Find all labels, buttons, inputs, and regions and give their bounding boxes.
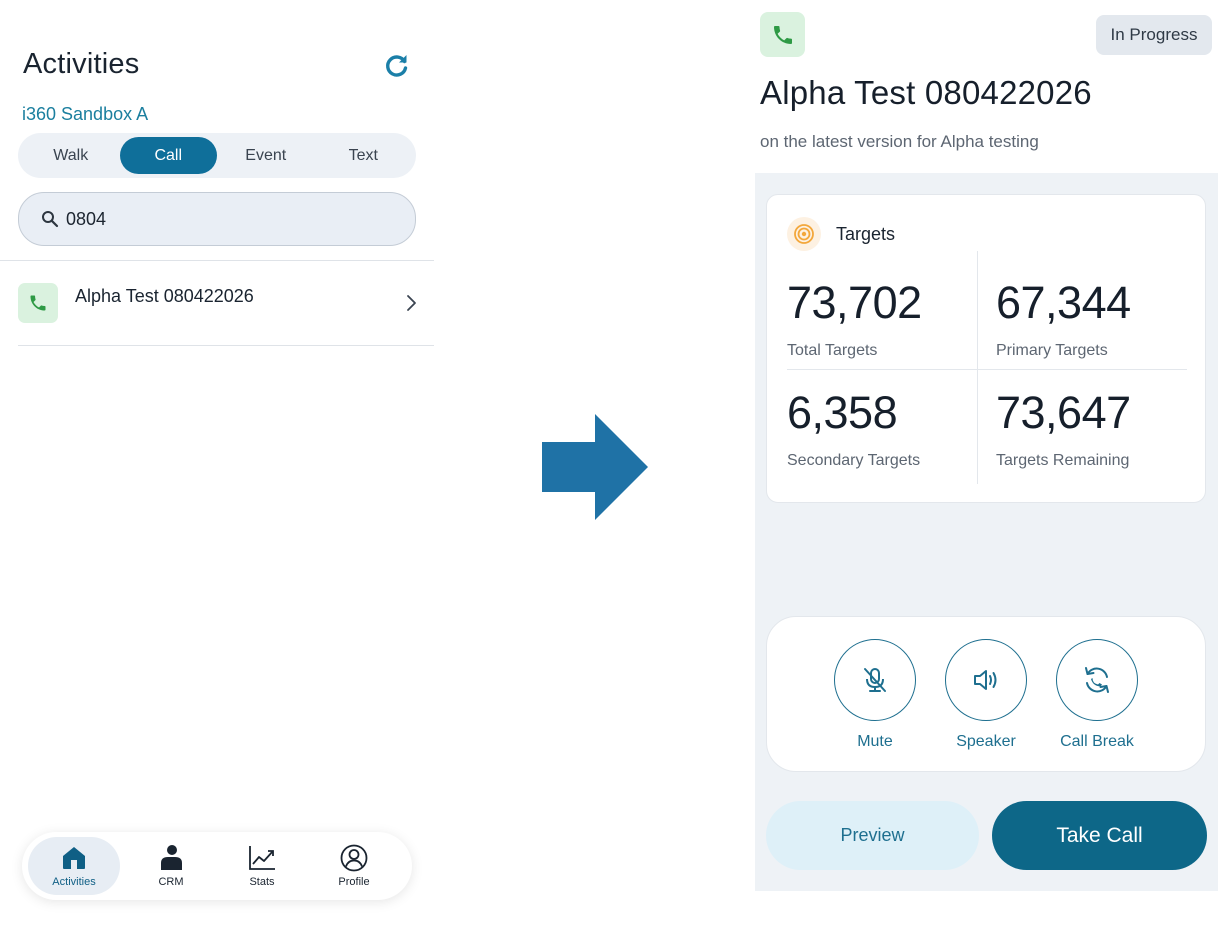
stat-total-targets: 73,702 Total Targets: [787, 280, 922, 360]
status-badge: In Progress: [1096, 15, 1212, 55]
stat-label: Total Targets: [787, 342, 878, 359]
activity-type-segmented-control: Walk Call Event Text: [18, 133, 416, 178]
speaker-label: Speaker: [956, 733, 1016, 750]
segment-call[interactable]: Call: [119, 137, 217, 174]
nav-profile[interactable]: Profile: [308, 837, 400, 895]
targets-card: Targets 73,702 Total Targets 67,344 Prim…: [766, 194, 1206, 503]
list-item[interactable]: Alpha Test 080422026: [18, 279, 422, 325]
call-header: In Progress Alpha Test 080422026 on the …: [755, 0, 1218, 173]
call-break-button[interactable]: Call Break: [1056, 639, 1138, 751]
call-break-icon: [1085, 667, 1109, 693]
target-icon: [787, 217, 821, 251]
preview-button[interactable]: Preview: [766, 801, 979, 870]
nav-label: Profile: [338, 876, 370, 888]
phone-icon: [18, 283, 58, 323]
divider: [18, 345, 434, 346]
chevron-right-icon: [407, 295, 416, 311]
phone-icon: [760, 12, 805, 57]
stat-label: Targets Remaining: [996, 452, 1130, 469]
segment-text[interactable]: Text: [315, 137, 413, 174]
take-call-button[interactable]: Take Call: [992, 801, 1207, 870]
call-controls: Mute Speaker Call Break: [766, 616, 1206, 772]
speaker-circle[interactable]: [945, 639, 1027, 721]
nav-crm[interactable]: CRM: [125, 837, 217, 895]
divider: [787, 369, 1187, 370]
search-value: 0804: [66, 208, 107, 229]
stat-secondary-targets: 6,358 Secondary Targets: [787, 390, 920, 470]
stat-label: Primary Targets: [996, 342, 1108, 359]
call-body: Targets 73,702 Total Targets 67,344 Prim…: [755, 173, 1218, 891]
stat-value: 6,358: [787, 387, 898, 438]
mute-button[interactable]: Mute: [834, 639, 916, 751]
targets-label: Targets: [836, 223, 896, 244]
segment-event[interactable]: Event: [217, 137, 315, 174]
call-subtitle: on the latest version for Alpha testing: [760, 132, 1039, 151]
call-break-circle[interactable]: [1056, 639, 1138, 721]
mute-circle[interactable]: [834, 639, 916, 721]
stat-label: Secondary Targets: [787, 452, 921, 469]
mute-label: Mute: [857, 733, 893, 750]
nav-label: Stats: [249, 876, 275, 888]
arrow-right-icon: [542, 414, 648, 520]
stat-primary-targets: 67,344 Primary Targets: [996, 280, 1131, 360]
search-input[interactable]: 0804: [18, 192, 416, 246]
nav-stats[interactable]: Stats: [216, 837, 308, 895]
call-detail-screen: In Progress Alpha Test 080422026 on the …: [755, 0, 1218, 891]
mic-off-icon: [864, 668, 886, 692]
call-title: Alpha Test 080422026: [760, 74, 1092, 111]
segment-walk[interactable]: Walk: [22, 137, 120, 174]
call-break-label: Call Break: [1060, 733, 1134, 750]
targets-header: Targets: [787, 217, 895, 251]
divider: [0, 260, 434, 261]
nav-label: Activities: [52, 876, 96, 888]
profile-icon: [340, 844, 368, 872]
activities-screen: Activities i360 Sandbox A Walk Call Even…: [0, 0, 434, 906]
nav-activities[interactable]: Activities: [28, 837, 120, 895]
home-icon: [63, 847, 85, 869]
bottom-nav: Activities CRM Stats Profile: [22, 832, 412, 900]
divider: [977, 251, 978, 484]
stat-value: 73,647: [996, 387, 1131, 438]
refresh-icon[interactable]: [383, 51, 411, 79]
org-name[interactable]: i360 Sandbox A: [22, 104, 148, 125]
person-icon: [161, 845, 182, 870]
nav-label: CRM: [158, 876, 184, 888]
speaker-button[interactable]: Speaker: [945, 639, 1027, 751]
list-item-title: Alpha Test 080422026: [75, 286, 254, 306]
stat-value: 67,344: [996, 277, 1131, 328]
stats-icon: [249, 846, 275, 870]
stat-value: 73,702: [787, 277, 922, 328]
page-title: Activities: [23, 48, 140, 80]
speaker-icon: [974, 670, 997, 690]
stat-targets-remaining: 73,647 Targets Remaining: [996, 390, 1131, 470]
search-icon: [42, 211, 59, 228]
